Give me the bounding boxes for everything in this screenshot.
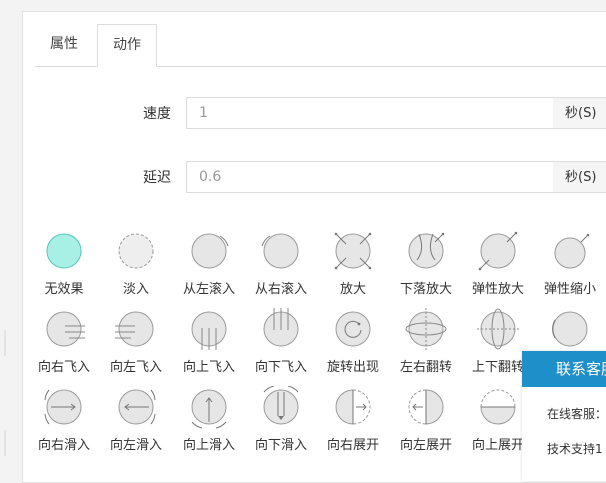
effect-label: 从右滚入 xyxy=(254,282,307,297)
contact-widget[interactable]: 联系客服 在线客服： 技术支持1 xyxy=(522,351,606,481)
effect-label: 向右展开 xyxy=(326,438,379,453)
expand-up-icon xyxy=(480,389,516,425)
speed-input[interactable] xyxy=(186,97,554,129)
effect-option[interactable]: 从左滚入 xyxy=(172,228,246,298)
effect-label: 向上滑入 xyxy=(182,438,235,453)
more-effect-icon xyxy=(552,311,588,347)
effect-option[interactable]: 下落放大 xyxy=(389,228,463,298)
effect-label: 向右滑入 xyxy=(37,438,90,453)
effect-option[interactable]: 弹性放大 xyxy=(461,228,535,298)
contact-title[interactable]: 联系客服 xyxy=(522,351,606,387)
effect-label: 向左滑入 xyxy=(109,438,162,453)
delay-label: 延迟 xyxy=(143,170,171,186)
effect-label: 淡入 xyxy=(122,282,149,297)
effect-option[interactable]: 淡入 xyxy=(99,228,173,298)
rotate-in-icon xyxy=(335,311,371,347)
effect-label: 无效果 xyxy=(44,282,84,297)
fly-in-down-icon xyxy=(263,308,299,347)
effect-option[interactable]: 向上飞入 xyxy=(172,306,246,376)
effect-label: 下落放大 xyxy=(399,282,452,297)
effect-option[interactable]: 向左滑入 xyxy=(99,384,173,454)
speed-label: 速度 xyxy=(143,106,171,122)
effect-option[interactable]: 向左飞入 xyxy=(99,306,173,376)
zoom-in-icon xyxy=(334,232,372,270)
fly-in-up-icon xyxy=(191,311,227,350)
effect-label: 向上飞入 xyxy=(182,360,235,375)
expand-right-icon xyxy=(335,389,371,425)
effect-option[interactable]: 左右翻转 xyxy=(389,306,463,376)
roll-from-right-icon xyxy=(261,233,299,269)
effect-label: 弹性放大 xyxy=(471,282,524,297)
effect-option[interactable]: 从右滚入 xyxy=(244,228,318,298)
effect-label: 弹性缩小 xyxy=(543,282,596,297)
effect-label: 左右翻转 xyxy=(399,360,452,375)
speed-row: 速度 秒(S) xyxy=(23,97,606,131)
delay-unit: 秒(S) xyxy=(553,161,606,193)
effect-option[interactable]: 向右滑入 xyxy=(27,384,101,454)
flip-vertical-icon xyxy=(477,308,519,350)
effect-option[interactable]: 向右飞入 xyxy=(27,306,101,376)
contact-line-support[interactable]: 技术支持1 xyxy=(522,440,606,457)
effect-label: 向右飞入 xyxy=(37,360,90,375)
speed-unit: 秒(S) xyxy=(553,97,606,129)
effect-option[interactable]: 旋转出现 xyxy=(316,306,390,376)
effect-option[interactable]: 向下飞入 xyxy=(244,306,318,376)
effect-option[interactable]: 放大 xyxy=(316,228,390,298)
slide-in-down-icon xyxy=(263,386,299,425)
expand-left-icon xyxy=(408,389,444,425)
no-effect-icon xyxy=(46,233,82,269)
roll-from-left-icon xyxy=(191,233,229,269)
elastic-zoom-in-icon xyxy=(478,231,518,271)
tab-actions[interactable]: 动作 xyxy=(97,24,157,67)
effect-option[interactable]: 向左展开 xyxy=(389,384,463,454)
fly-in-right-icon xyxy=(46,311,85,347)
contact-line-online[interactable]: 在线客服： xyxy=(522,405,606,422)
slide-in-right-icon xyxy=(44,389,82,425)
effect-option[interactable]: 弹性缩小 xyxy=(533,228,606,298)
tab-properties[interactable]: 属性 xyxy=(35,24,93,65)
delay-input[interactable] xyxy=(186,161,554,193)
outer-border xyxy=(4,430,6,456)
effect-option[interactable]: 向下滑入 xyxy=(244,384,318,454)
elastic-zoom-out-icon xyxy=(554,233,590,269)
animation-panel: 属性 动作 速度 秒(S) 延迟 秒(S) 无效果 淡入 从左滚入 从右滚入 放大 下落放… xyxy=(22,11,606,483)
flip-horizontal-icon xyxy=(405,308,447,350)
effect-option[interactable]: 无效果 xyxy=(27,228,101,298)
effect-label: 旋转出现 xyxy=(326,360,379,375)
effect-label: 放大 xyxy=(339,282,366,297)
slide-in-left-icon xyxy=(118,389,156,425)
outer-border xyxy=(4,330,6,356)
effect-label: 向下滑入 xyxy=(254,438,307,453)
drop-zoom-icon xyxy=(408,232,445,269)
slide-in-up-icon xyxy=(191,389,227,429)
fade-in-icon xyxy=(118,233,154,269)
fly-in-left-icon xyxy=(115,311,154,347)
effect-option[interactable]: 向上滑入 xyxy=(172,384,246,454)
effect-label: 向左飞入 xyxy=(109,360,162,375)
delay-row: 延迟 秒(S) xyxy=(23,161,606,195)
effect-label: 向左展开 xyxy=(399,438,452,453)
tab-bar: 属性 动作 xyxy=(35,24,606,67)
effect-label: 从左滚入 xyxy=(182,282,235,297)
effect-option[interactable]: 向右展开 xyxy=(316,384,390,454)
effect-label: 向下飞入 xyxy=(254,360,307,375)
